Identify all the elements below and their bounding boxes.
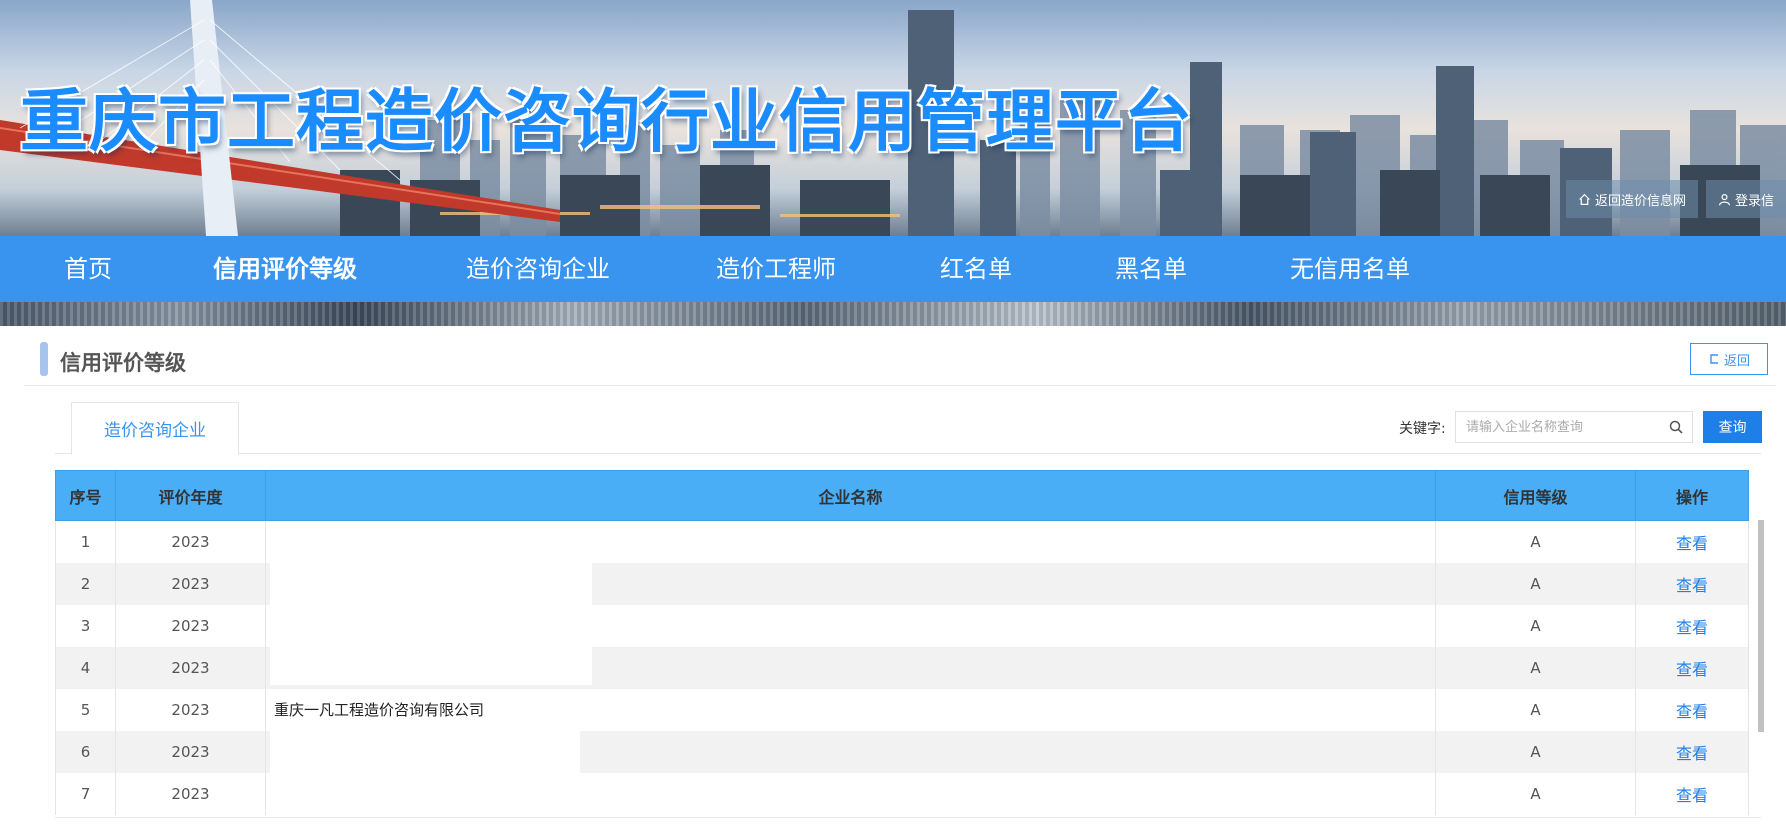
cell-action: 查看 — [1635, 562, 1749, 605]
cell-no: 3 — [55, 604, 116, 647]
cell-grade: A — [1435, 772, 1636, 815]
cell-action: 查看 — [1635, 730, 1749, 773]
view-link[interactable]: 查看 — [1676, 786, 1708, 805]
table-row: 5 2023 重庆一凡工程造价咨询有限公司 A 查看 — [55, 688, 1749, 731]
cell-year: 2023 — [115, 520, 266, 563]
rating-table: 序号 评价年度 企业名称 信用等级 操作 1 2023 A 查看 2 2023 … — [55, 470, 1749, 815]
cell-grade: A — [1435, 562, 1636, 605]
search-box — [1455, 411, 1693, 443]
nav-item-red-list[interactable]: 红名单 — [940, 236, 1012, 302]
cell-no: 2 — [55, 562, 116, 605]
table-header-row: 序号 评价年度 企业名称 信用等级 操作 — [55, 470, 1749, 521]
search-icon[interactable] — [1668, 419, 1684, 435]
cell-action: 查看 — [1635, 688, 1749, 731]
cell-company-name — [265, 604, 1436, 647]
cell-year: 2023 — [115, 730, 266, 773]
table-row: 4 2023 A 查看 — [55, 646, 1749, 689]
section-accent-bar — [40, 342, 48, 376]
view-link[interactable]: 查看 — [1676, 576, 1708, 595]
cell-grade: A — [1435, 688, 1636, 731]
cell-year: 2023 — [115, 646, 266, 689]
main-nav: 首页 信用评价等级 造价咨询企业 造价工程师 红名单 黑名单 无信用名单 — [0, 236, 1786, 302]
cell-action: 查看 — [1635, 520, 1749, 563]
cell-grade: A — [1435, 520, 1636, 563]
cell-grade: A — [1435, 646, 1636, 689]
cell-no: 4 — [55, 646, 116, 689]
home-icon — [1579, 193, 1590, 205]
cell-no: 6 — [55, 730, 116, 773]
cell-year: 2023 — [115, 772, 266, 815]
header-year: 评价年度 — [115, 470, 266, 521]
nav-item-consulting-firms[interactable]: 造价咨询企业 — [466, 236, 610, 302]
cell-company-name — [265, 730, 1436, 773]
cell-company-name — [265, 562, 1436, 605]
header-no: 序号 — [55, 470, 116, 521]
cell-grade: A — [1435, 604, 1636, 647]
rating-table-container: 序号 评价年度 企业名称 信用等级 操作 1 2023 A 查看 2 2023 … — [55, 470, 1761, 818]
view-link[interactable]: 查看 — [1676, 660, 1708, 679]
search-label: 关键字: — [1399, 421, 1446, 437]
top-links: 返回造价信息网 登录信 — [1565, 180, 1786, 218]
page-title: 信用评价等级 — [60, 351, 186, 375]
platform-title: 重庆市工程造价咨询行业信用管理平台 — [20, 83, 1194, 162]
table-scrollbar[interactable] — [1758, 520, 1764, 732]
query-button[interactable]: 查询 — [1703, 411, 1762, 443]
redaction-mask — [270, 646, 592, 685]
return-icon — [1710, 354, 1718, 364]
cell-company-name: 重庆一凡工程造价咨询有限公司 — [265, 688, 1436, 731]
section-header: 信用评价等级 返回 — [24, 340, 1776, 386]
cell-action: 查看 — [1635, 772, 1749, 815]
cell-year: 2023 — [115, 688, 266, 731]
nav-item-black-list[interactable]: 黑名单 — [1115, 236, 1187, 302]
back-button-label: 返回 — [1723, 353, 1750, 369]
table-row: 2 2023 A 查看 — [55, 562, 1749, 605]
cell-action: 查看 — [1635, 604, 1749, 647]
return-price-site-label: 返回造价信息网 — [1594, 193, 1686, 209]
user-icon — [1719, 193, 1730, 205]
nav-item-no-credit-list[interactable]: 无信用名单 — [1290, 236, 1410, 302]
tab-consulting-firms[interactable]: 造价咨询企业 — [71, 402, 239, 455]
cell-company-name — [265, 520, 1436, 563]
return-price-site-link[interactable]: 返回造价信息网 — [1565, 180, 1698, 218]
cell-no: 5 — [55, 688, 116, 731]
cell-no: 1 — [55, 520, 116, 563]
table-row: 7 2023 A 查看 — [55, 772, 1749, 815]
cell-company-name — [265, 646, 1436, 689]
nav-item-cost-engineers[interactable]: 造价工程师 — [716, 236, 836, 302]
table-row: 6 2023 A 查看 — [55, 730, 1749, 773]
redaction-mask — [270, 730, 580, 773]
table-row: 1 2023 A 查看 — [55, 520, 1749, 563]
view-link[interactable]: 查看 — [1676, 702, 1708, 721]
cell-year: 2023 — [115, 604, 266, 647]
header-banner: 重庆市工程造价咨询行业信用管理平台 返回造价信息网 登录信 — [0, 0, 1786, 236]
nav-item-credit-rating[interactable]: 信用评价等级 — [213, 236, 357, 302]
cell-no: 7 — [55, 772, 116, 815]
login-label: 登录信 — [1734, 193, 1774, 209]
banner-reflection — [0, 302, 1786, 326]
cell-grade: A — [1435, 730, 1636, 773]
view-link[interactable]: 查看 — [1676, 534, 1708, 553]
header-credit-grade: 信用等级 — [1435, 470, 1636, 521]
table-row: 3 2023 A 查看 — [55, 604, 1749, 647]
redaction-mask — [270, 562, 592, 605]
cell-action: 查看 — [1635, 646, 1749, 689]
cell-company-name — [265, 772, 1436, 815]
tabs-row: 造价咨询企业 关键字: 查询 — [55, 402, 1762, 455]
cell-year: 2023 — [115, 562, 266, 605]
login-link[interactable]: 登录信 — [1705, 180, 1786, 218]
view-link[interactable]: 查看 — [1676, 744, 1708, 763]
header-action: 操作 — [1635, 470, 1749, 521]
view-link[interactable]: 查看 — [1676, 618, 1708, 637]
search-input[interactable] — [1456, 412, 1656, 442]
header-company-name: 企业名称 — [265, 470, 1436, 521]
nav-item-home[interactable]: 首页 — [64, 236, 112, 302]
back-button[interactable]: 返回 — [1690, 343, 1768, 375]
